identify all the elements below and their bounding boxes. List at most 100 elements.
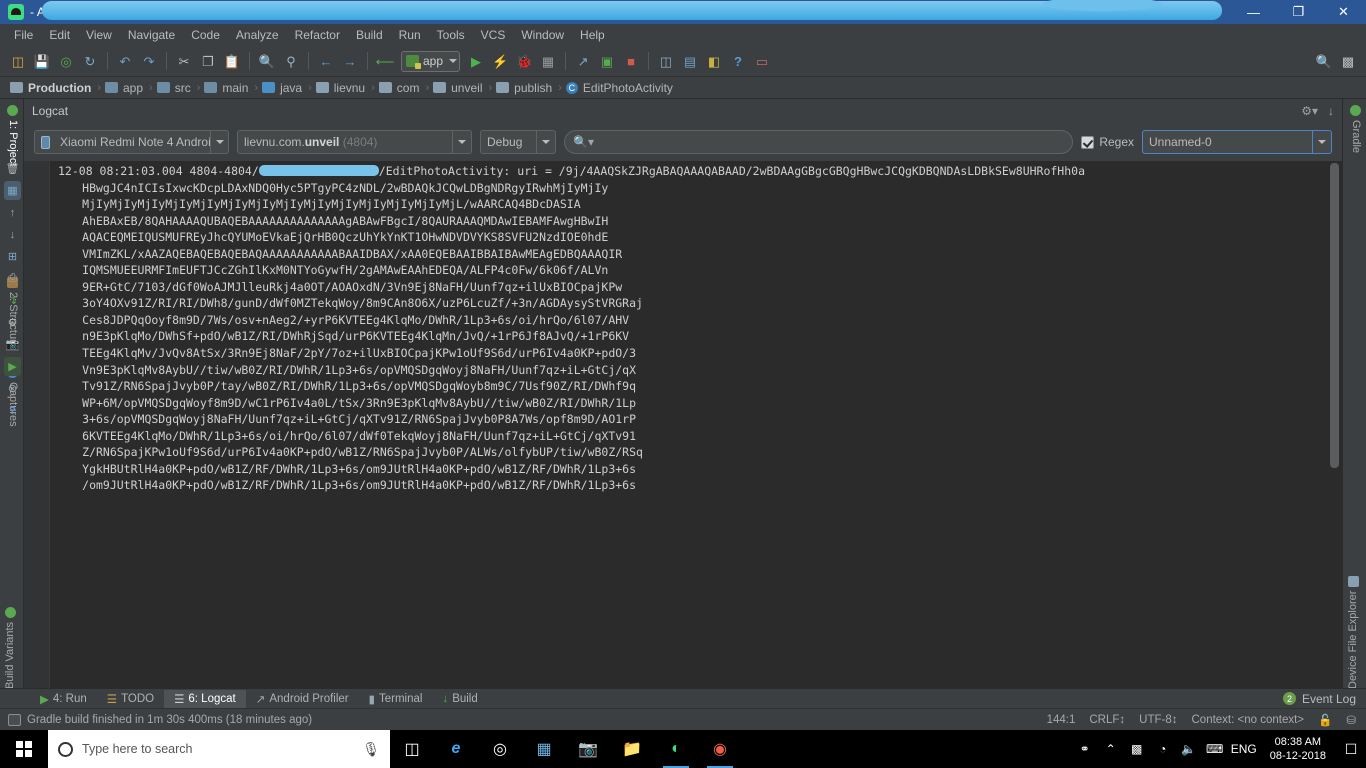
bottom-tab-run[interactable]: ▶ 4: Run bbox=[30, 690, 97, 708]
menu-refactor[interactable]: Refactor bbox=[287, 26, 348, 44]
logcat-search-input[interactable]: 🔍▾ bbox=[564, 130, 1074, 154]
chevron-down-icon[interactable] bbox=[452, 131, 471, 153]
microphone-icon[interactable]: 🎙 bbox=[362, 741, 380, 758]
close-button[interactable]: ✕ bbox=[1321, 0, 1366, 24]
file-explorer-icon[interactable]: 📁 bbox=[610, 730, 654, 768]
bottom-tab-terminal[interactable]: ▮ Terminal bbox=[359, 690, 433, 708]
regex-checkbox[interactable] bbox=[1081, 135, 1095, 149]
language-indicator[interactable]: ENG bbox=[1228, 730, 1260, 768]
menu-vcs[interactable]: VCS bbox=[473, 26, 514, 44]
run-coverage-icon[interactable]: ▦ bbox=[537, 50, 559, 72]
arrow-down-icon[interactable]: ↓ bbox=[4, 225, 21, 244]
sidebar-item-project[interactable]: 1: Project bbox=[7, 105, 19, 166]
paste-icon[interactable]: 📋 bbox=[221, 50, 243, 72]
store-icon[interactable]: ▦ bbox=[522, 730, 566, 768]
breadcrumb-item-unveil[interactable]: unveil bbox=[431, 81, 488, 95]
apply-changes-icon[interactable]: ⚡ bbox=[489, 50, 511, 72]
chevron-down-icon[interactable] bbox=[210, 131, 228, 153]
replace-icon[interactable]: ⚲ bbox=[280, 50, 302, 72]
sync-gradle-icon[interactable]: ⟵ bbox=[374, 50, 396, 72]
taskbar-search-input[interactable]: Type here to search 🎙 bbox=[48, 730, 390, 768]
screenshot-icon[interactable]: ▦ bbox=[4, 181, 21, 200]
minimize-button[interactable]: — bbox=[1231, 0, 1276, 24]
task-view-icon[interactable]: ◫ bbox=[390, 730, 434, 768]
android-studio-icon[interactable]: ◐ bbox=[654, 730, 698, 768]
regex-toggle[interactable]: Regex bbox=[1081, 135, 1134, 149]
notification-center-icon[interactable]: ☐ bbox=[1336, 730, 1366, 768]
menu-window[interactable]: Window bbox=[513, 26, 572, 44]
menu-analyze[interactable]: Analyze bbox=[228, 26, 287, 44]
cut-icon[interactable]: ✂ bbox=[173, 50, 195, 72]
settings-icon[interactable]: ⚙ bbox=[4, 313, 21, 332]
breadcrumb-item-com[interactable]: com bbox=[377, 81, 426, 95]
help-icon[interactable]: ? bbox=[727, 50, 749, 72]
chrome-icon[interactable]: ◉ bbox=[698, 730, 742, 768]
debug-icon[interactable]: 🐞 bbox=[513, 50, 535, 72]
event-log-area[interactable]: 2 Event Log bbox=[1282, 692, 1366, 706]
stop-icon[interactable]: ■ bbox=[620, 50, 642, 72]
copy-icon[interactable]: ❐ bbox=[197, 50, 219, 72]
breadcrumb-item-src[interactable]: src bbox=[155, 81, 197, 95]
chevron-down-icon[interactable] bbox=[1312, 131, 1331, 153]
memory-indicator-icon[interactable]: ⛁ bbox=[1346, 713, 1356, 727]
sync-project-icon[interactable]: ◎ bbox=[55, 50, 77, 72]
cortana-icon[interactable]: ◎ bbox=[478, 730, 522, 768]
logcat-output-area[interactable]: 12-08 08:21:03.004 4804-4804//EditPhotoA… bbox=[24, 161, 1342, 688]
scroll-end-icon[interactable]: ↴ bbox=[4, 291, 21, 310]
keyboard-icon[interactable]: ⌨ bbox=[1202, 730, 1228, 768]
sidebar-item-device-file-explorer[interactable]: Device File Explorer bbox=[1347, 575, 1359, 689]
hide-icon[interactable]: ↓ bbox=[1328, 104, 1334, 118]
people-icon[interactable]: ⚭ bbox=[1072, 730, 1098, 768]
logcat-scrollbar[interactable] bbox=[1328, 161, 1341, 688]
bottom-tab-logcat[interactable]: ☰ 6: Logcat bbox=[164, 689, 246, 708]
camera-icon[interactable]: 📷 bbox=[4, 335, 21, 354]
log-level-selector[interactable]: Debug bbox=[480, 130, 556, 154]
breadcrumb-item-editphotoactivity[interactable]: C EditPhotoActivity bbox=[564, 81, 679, 95]
menu-help[interactable]: Help bbox=[572, 26, 613, 44]
device-manager-icon[interactable]: ◧ bbox=[703, 50, 725, 72]
avd-manager-icon[interactable]: ▣ bbox=[596, 50, 618, 72]
project-structure-icon[interactable]: ▭ bbox=[751, 50, 773, 72]
start-button[interactable] bbox=[0, 730, 48, 768]
caret-position[interactable]: 144:1 bbox=[1047, 714, 1076, 726]
menu-navigate[interactable]: Navigate bbox=[120, 26, 183, 44]
breadcrumb-item-lievnu[interactable]: lievnu bbox=[314, 81, 371, 95]
search-everywhere-icon[interactable]: 🔍 bbox=[1313, 50, 1335, 72]
volume-icon[interactable]: 🔈 bbox=[1176, 730, 1202, 768]
bottom-tab-build[interactable]: ↓ Build bbox=[432, 690, 487, 708]
breadcrumb-item-publish[interactable]: publish bbox=[494, 81, 558, 95]
sdk-manager-icon[interactable]: ◫ bbox=[655, 50, 677, 72]
layout-inspector-icon[interactable]: ▤ bbox=[679, 50, 701, 72]
print-icon[interactable]: ⎙ bbox=[4, 269, 21, 288]
filter-selector[interactable]: Unnamed-0 bbox=[1142, 130, 1332, 154]
maximize-button[interactable]: ❐ bbox=[1276, 0, 1321, 24]
undo-icon[interactable]: ↶ bbox=[114, 50, 136, 72]
redo-icon[interactable]: ↷ bbox=[138, 50, 160, 72]
taskbar-clock[interactable]: 08:38 AM 08-12-2018 bbox=[1260, 730, 1336, 768]
menu-view[interactable]: View bbox=[78, 26, 120, 44]
wifi-icon[interactable]: ◔ bbox=[1150, 730, 1176, 768]
sidebar-item-build-variants[interactable]: Build Variants bbox=[4, 606, 16, 689]
find-icon[interactable]: 🔍 bbox=[256, 50, 278, 72]
layout-toggle-icon[interactable]: ▩ bbox=[1337, 50, 1359, 72]
menu-run[interactable]: Run bbox=[391, 26, 429, 44]
show-hidden-icons-icon[interactable]: ⌃ bbox=[1098, 730, 1124, 768]
breadcrumb-item-app[interactable]: app bbox=[103, 81, 149, 95]
terminate-icon[interactable]: ⊗ bbox=[4, 379, 21, 398]
line-separator[interactable]: CRLF↕ bbox=[1089, 714, 1125, 726]
profiler-icon[interactable]: ↗ bbox=[572, 50, 594, 72]
breadcrumb-item-java[interactable]: java bbox=[260, 81, 308, 95]
lock-icon[interactable]: 🔓 bbox=[1318, 713, 1332, 727]
edge-browser-icon[interactable]: e bbox=[434, 730, 478, 768]
device-selector[interactable]: Xiaomi Redmi Note 4 Android bbox=[34, 130, 229, 154]
refresh-icon[interactable]: ↻ bbox=[79, 50, 101, 72]
video-icon[interactable]: ▶ bbox=[4, 357, 21, 376]
menu-edit[interactable]: Edit bbox=[41, 26, 78, 44]
scrollbar-thumb[interactable] bbox=[1330, 163, 1339, 468]
sidebar-item-gradle[interactable]: Gradle bbox=[1350, 105, 1362, 153]
menu-code[interactable]: Code bbox=[183, 26, 228, 44]
clear-icon[interactable]: ⊞ bbox=[4, 247, 21, 266]
menu-tools[interactable]: Tools bbox=[429, 26, 473, 44]
breadcrumb-item-production[interactable]: Production bbox=[8, 81, 97, 95]
arrow-up-icon[interactable]: ↑ bbox=[4, 203, 21, 222]
